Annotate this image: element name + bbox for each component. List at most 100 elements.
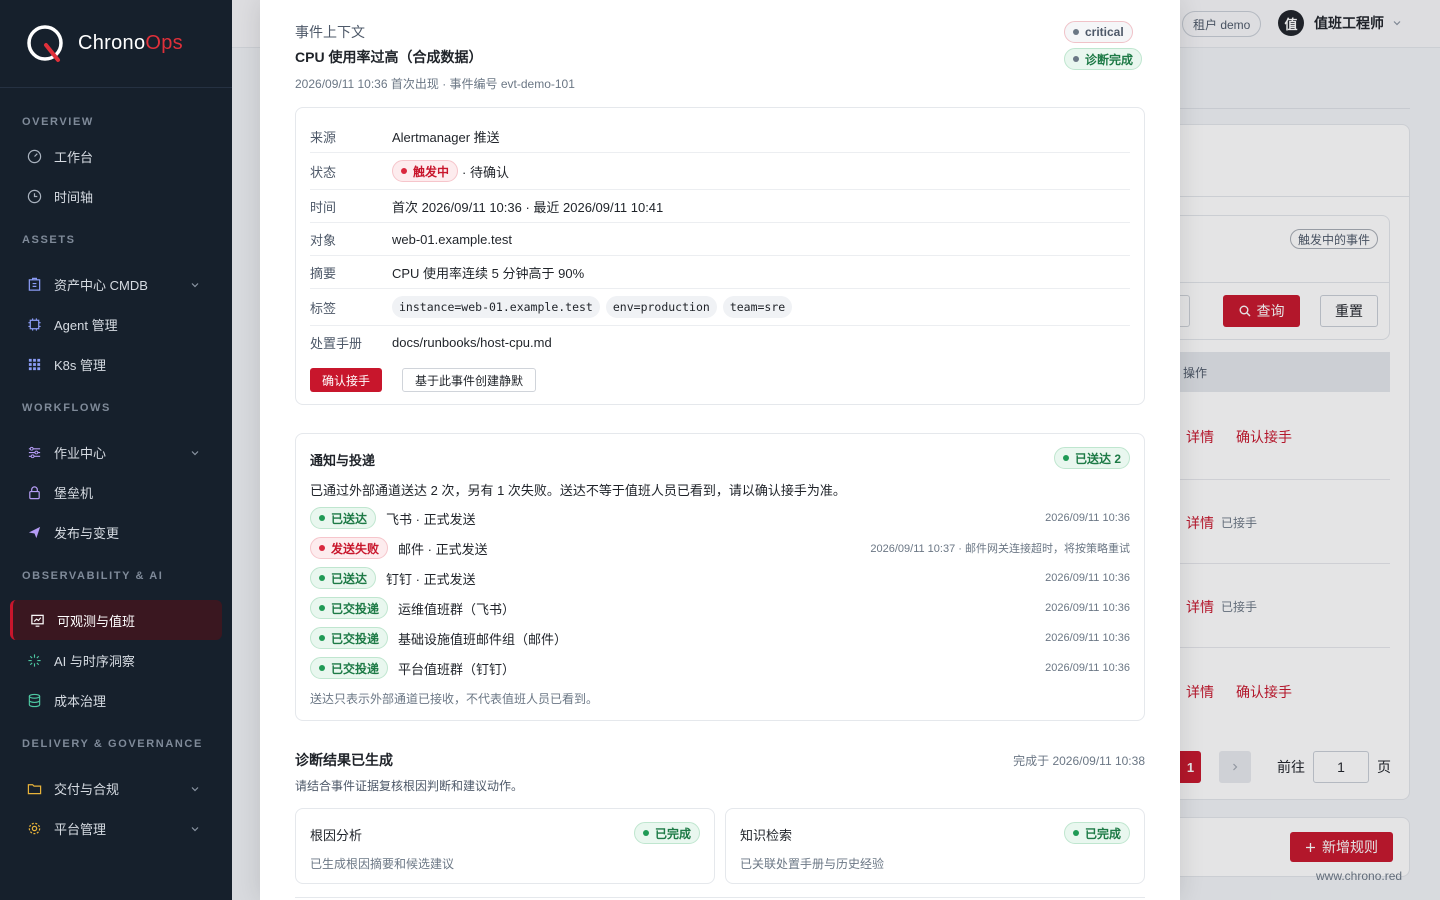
sidebar-item-label: 平台管理 — [54, 821, 107, 837]
grid-icon — [26, 356, 42, 372]
diagnosis-time: 完成于 2026/09/11 10:38 — [1013, 754, 1145, 768]
card-title: 知识检索 — [740, 828, 793, 843]
brand[interactable]: ChronoOps — [0, 0, 232, 88]
completed-label: 已完成 — [1084, 826, 1121, 841]
sliders-icon — [26, 444, 42, 460]
info-key: 状态 — [310, 164, 337, 180]
info-row-runbook: 处置手册 docs/runbooks/host-cpu.md — [310, 326, 1130, 359]
info-key: 摘要 — [310, 265, 337, 281]
status-dot-icon — [319, 515, 325, 521]
knowledge-card[interactable]: 知识检索 已完成 已关联处置手册与历史经验 — [725, 808, 1145, 884]
sidebar-item-label: 交付与合规 — [54, 781, 120, 797]
chevron-down-icon — [190, 278, 200, 293]
delivered-count-label: 已送达 2 — [1074, 451, 1121, 466]
folder-icon — [26, 780, 42, 796]
notification-box: 通知与投递 已送达 2 已通过外部通道送达 2 次，另有 1 次失败。送达不等于… — [295, 433, 1145, 721]
sidebar-item-observability[interactable]: 可观测与值班 — [10, 600, 222, 640]
notification-row: 已交投递 运维值班群（飞书） 2026/09/11 10:36 — [310, 596, 1130, 620]
delivery-status-label: 已送达 — [331, 511, 368, 526]
sidebar-item-cmdb[interactable]: 资产中心 CMDB — [0, 264, 232, 304]
sidebar-item-label: 成本治理 — [54, 693, 107, 709]
chip-icon — [26, 316, 42, 332]
notification-title: 通知与投递 — [310, 453, 376, 468]
sidebar-item-label: AI 与时序洞察 — [54, 653, 135, 669]
info-value: CPU 使用率连续 5 分钟高于 90% — [392, 265, 585, 281]
sidebar-item-ai[interactable]: AI 与时序洞察 — [0, 640, 232, 680]
label-chip: env=production — [605, 296, 717, 318]
sidebar-item-dashboard[interactable]: 工作台 — [0, 136, 232, 176]
sparkle-icon — [26, 652, 42, 668]
delivery-time: 2026/09/11 10:36 — [1045, 662, 1130, 674]
delivery-status-badge: 已交投递 — [310, 657, 389, 679]
status-dot-icon — [319, 665, 325, 671]
delivery-status-label: 已交投递 — [331, 661, 380, 676]
status-dot-icon — [319, 545, 325, 551]
event-info-box: 来源 Alertmanager 推送 状态 触发中 · 待确认 时间 首次 20… — [295, 107, 1145, 405]
status-dot-icon — [1072, 830, 1079, 836]
info-row-labels: 标签 instance=web-01.example.test env=prod… — [310, 289, 1130, 326]
ack-button[interactable]: 确认接手 — [310, 368, 383, 392]
delivery-time: 2026/09/11 10:36 — [1045, 512, 1130, 524]
section-assets: ASSETS — [22, 234, 76, 246]
delivery-channel: 钉钉 · 正式发送 — [386, 571, 476, 587]
completed-label: 已完成 — [654, 826, 691, 841]
diag-status-badge: 诊断完成 — [1064, 48, 1143, 70]
sidebar-item-k8s[interactable]: K8s 管理 — [0, 344, 232, 384]
sidebar-item-platform[interactable]: 平台管理 — [0, 808, 232, 848]
lock-icon — [26, 484, 42, 500]
info-key: 标签 — [310, 300, 337, 316]
info-value: Alertmanager 推送 — [392, 129, 500, 145]
delivered-count-badge: 已送达 2 — [1053, 447, 1130, 469]
delivery-channel: 平台值班群（钉钉） — [398, 661, 516, 677]
sidebar-item-release[interactable]: 发布与变更 — [0, 512, 232, 552]
info-key: 对象 — [310, 232, 337, 248]
card-desc: 已关联处置手册与历史经验 — [740, 857, 885, 871]
sidebar-item-bastion[interactable]: 堡垒机 — [0, 472, 232, 512]
severity-label: critical — [1085, 25, 1124, 39]
delivery-time: 2026/09/11 10:36 — [1045, 572, 1130, 584]
section-overview: OVERVIEW — [22, 116, 94, 128]
sidebar-item-delivery[interactable]: 交付与合规 — [0, 768, 232, 808]
completed-badge: 已完成 — [1063, 822, 1130, 844]
firing-badge: 触发中 — [392, 160, 459, 182]
chevron-down-icon — [190, 782, 200, 797]
delivery-status-badge: 发送失败 — [310, 537, 389, 559]
root-cause-card[interactable]: 根因分析 已完成 已生成根因摘要和候选建议 — [295, 808, 715, 884]
delivery-status-badge: 已交投递 — [310, 627, 389, 649]
delivery-channel: 邮件 · 正式发送 — [398, 541, 488, 557]
delivery-status-label: 已交投递 — [331, 631, 380, 646]
delivery-status-label: 发送失败 — [331, 541, 380, 556]
info-key: 时间 — [310, 199, 337, 215]
info-value: 触发中 · 待确认 — [392, 160, 509, 182]
sidebar-item-cost[interactable]: 成本治理 — [0, 680, 232, 720]
status-dot-icon — [642, 830, 649, 836]
sidebar-item-label: 工作台 — [54, 149, 94, 165]
card-title: 根因分析 — [310, 828, 363, 843]
label-chip: instance=web-01.example.test — [392, 296, 600, 318]
section-delivery: DELIVERY & GOVERNANCE — [22, 738, 203, 750]
diagnosis-title: 诊断结果已生成 — [295, 752, 393, 768]
create-silence-button[interactable]: 基于此事件创建静默 — [402, 368, 537, 392]
sidebar-item-jobs[interactable]: 作业中心 — [0, 432, 232, 472]
runbook-link[interactable]: docs/runbooks/host-cpu.md — [392, 335, 552, 350]
status-dot-icon — [1062, 455, 1069, 461]
sidebar-item-timeline[interactable]: 时间轴 — [0, 176, 232, 216]
delivery-channel: 飞书 · 正式发送 — [386, 511, 476, 527]
section-workflows: WORKFLOWS — [22, 402, 111, 414]
sidebar-item-agent[interactable]: Agent 管理 — [0, 304, 232, 344]
send-icon — [26, 524, 42, 540]
event-detail-drawer: 事件上下文 CPU 使用率过高（合成数据） 2026/09/11 10:36 首… — [260, 0, 1180, 900]
delivery-time: 2026/09/11 10:37 · 邮件网关连接超时，将按策略重试 — [870, 543, 1130, 555]
info-value: 首次 2026/09/11 10:36 · 最近 2026/09/11 10:4… — [392, 199, 664, 215]
status-dot-icon — [401, 168, 407, 174]
notification-row: 发送失败 邮件 · 正式发送 2026/09/11 10:37 · 邮件网关连接… — [310, 536, 1130, 560]
monitor-icon — [29, 612, 45, 628]
sidebar-item-label: 发布与变更 — [54, 525, 120, 541]
notification-row: 已送达 钉钉 · 正式发送 2026/09/11 10:36 — [310, 566, 1130, 590]
notification-footnote: 送达只表示外部通道已接收，不代表值班人员已看到。 — [310, 692, 599, 706]
notification-row: 已交投递 平台值班群（钉钉） 2026/09/11 10:36 — [310, 656, 1130, 680]
info-value: web-01.example.test — [392, 231, 512, 247]
context-label: 事件上下文 — [295, 24, 365, 40]
delivery-channel: 基础设施值班邮件组（邮件） — [398, 631, 568, 647]
delivery-status-label: 已交投递 — [331, 601, 380, 616]
